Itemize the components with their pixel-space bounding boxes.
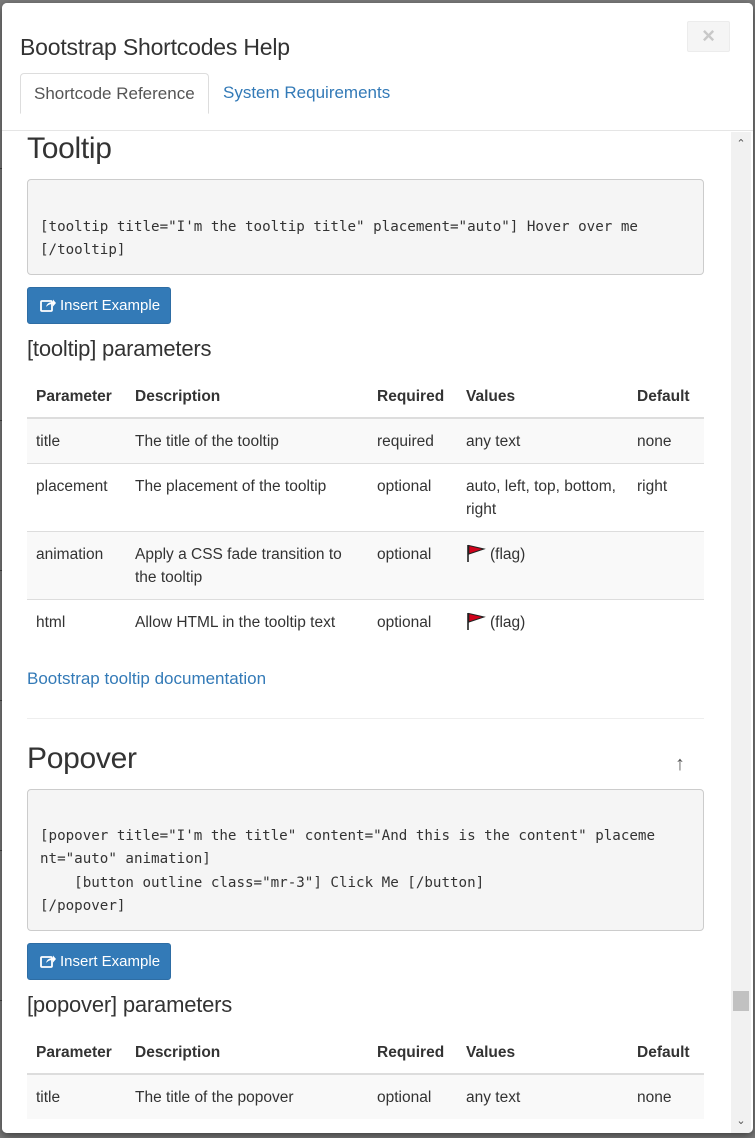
param-description: The placement of the tooltip bbox=[126, 463, 368, 532]
param-values: (flag) bbox=[457, 599, 628, 644]
share-icon bbox=[40, 955, 56, 968]
insert-example-label: Insert Example bbox=[60, 953, 161, 970]
param-values: auto, left, top, bottom, right bbox=[457, 463, 628, 532]
column-header: Required bbox=[368, 1032, 457, 1075]
flag-icon bbox=[467, 544, 486, 562]
scroll-up-icon[interactable]: ⌃ bbox=[731, 134, 751, 154]
popover-code-example: [popover title="I'm the title" content="… bbox=[27, 789, 704, 931]
code-line: nt="auto" animation] bbox=[40, 851, 211, 868]
param-name: animation bbox=[27, 531, 126, 600]
param-required: optional bbox=[368, 1073, 457, 1119]
param-required: optional bbox=[368, 531, 457, 600]
close-icon: × bbox=[702, 23, 715, 48]
column-header: Default bbox=[628, 376, 704, 419]
column-header: Description bbox=[126, 376, 368, 419]
close-button[interactable]: × bbox=[687, 21, 730, 52]
popover-params-table: Parameter Description Required Values De… bbox=[27, 1032, 704, 1119]
scrollbar-thumb[interactable] bbox=[733, 991, 749, 1011]
table-row: title The title of the tooltip required … bbox=[27, 417, 704, 464]
param-name: html bbox=[27, 599, 126, 644]
tooltip-insert-example-button[interactable]: Insert Example bbox=[27, 287, 171, 324]
dialog-header: Bootstrap Shortcodes Help × Shortcode Re… bbox=[2, 3, 753, 131]
param-name: title bbox=[27, 1073, 126, 1119]
table-row: animation Apply a CSS fade transition to… bbox=[27, 531, 704, 600]
column-header: Required bbox=[368, 376, 457, 419]
table-header-row: Parameter Description Required Values De… bbox=[27, 376, 704, 419]
table-row: title The title of the popover optional … bbox=[27, 1073, 704, 1119]
tooltip-params-table: Parameter Description Required Values De… bbox=[27, 376, 704, 644]
param-description: Apply a CSS fade transition to the toolt… bbox=[126, 531, 368, 600]
popover-heading: Popover bbox=[27, 742, 137, 775]
column-header: Parameter bbox=[27, 376, 126, 419]
code-line: [/popover] bbox=[40, 897, 126, 914]
param-default bbox=[628, 599, 704, 644]
tab-shortcode-reference[interactable]: Shortcode Reference bbox=[20, 73, 209, 114]
tooltip-heading: Tooltip bbox=[27, 132, 112, 165]
param-default: none bbox=[628, 1073, 704, 1119]
param-values: any text bbox=[457, 1073, 628, 1119]
param-required: optional bbox=[368, 463, 457, 532]
insert-example-label: Insert Example bbox=[60, 297, 161, 314]
popover-insert-example-button[interactable]: Insert Example bbox=[27, 943, 171, 980]
param-required: optional bbox=[368, 599, 457, 644]
code-line: [button outline class="mr-3"] Click Me [… bbox=[40, 874, 485, 891]
param-default: right bbox=[628, 463, 704, 532]
tooltip-documentation-link[interactable]: Bootstrap tooltip documentation bbox=[27, 669, 266, 689]
table-header-row: Parameter Description Required Values De… bbox=[27, 1032, 704, 1075]
up-arrow-icon[interactable]: ↑ bbox=[675, 753, 685, 776]
dialog-title: Bootstrap Shortcodes Help bbox=[20, 34, 290, 60]
param-default bbox=[628, 531, 704, 600]
tooltip-params-heading: [tooltip] parameters bbox=[27, 336, 212, 361]
param-default: none bbox=[628, 417, 704, 464]
param-values: (flag) bbox=[457, 531, 628, 600]
param-description: The title of the tooltip bbox=[126, 417, 368, 464]
flag-icon bbox=[467, 612, 486, 630]
flag-label: (flag) bbox=[490, 546, 526, 563]
dialog-body[interactable]: Tooltip [tooltip title="I'm the tooltip … bbox=[2, 132, 731, 1133]
column-header: Default bbox=[628, 1032, 704, 1075]
param-description: The title of the popover bbox=[126, 1073, 368, 1119]
help-dialog: Bootstrap Shortcodes Help × Shortcode Re… bbox=[2, 3, 753, 1133]
tooltip-code-example: [tooltip title="I'm the tooltip title" p… bbox=[27, 179, 704, 275]
code-line: [tooltip title="I'm the tooltip title" p… bbox=[40, 219, 638, 235]
code-line: [popover title="I'm the title" content="… bbox=[40, 828, 655, 844]
tab-system-requirements[interactable]: System Requirements bbox=[210, 73, 403, 113]
table-row: html Allow HTML in the tooltip text opti… bbox=[27, 599, 704, 644]
body-scrollbar[interactable]: ⌃ ⌄ bbox=[731, 132, 751, 1133]
column-header: Description bbox=[126, 1032, 368, 1075]
scroll-down-icon[interactable]: ⌄ bbox=[731, 1111, 751, 1131]
section-divider bbox=[27, 718, 704, 719]
code-line: [/tooltip] bbox=[40, 242, 126, 259]
flag-label: (flag) bbox=[490, 614, 526, 631]
table-row: placement The placement of the tooltip o… bbox=[27, 463, 704, 532]
param-values: any text bbox=[457, 417, 628, 464]
param-required: required bbox=[368, 417, 457, 464]
param-name: title bbox=[27, 417, 126, 464]
column-header: Values bbox=[457, 1032, 628, 1075]
column-header: Parameter bbox=[27, 1032, 126, 1075]
column-header: Values bbox=[457, 376, 628, 419]
popover-params-heading: [popover] parameters bbox=[27, 992, 233, 1017]
param-name: placement bbox=[27, 463, 126, 532]
share-icon bbox=[40, 299, 56, 312]
param-description: Allow HTML in the tooltip text bbox=[126, 599, 368, 644]
